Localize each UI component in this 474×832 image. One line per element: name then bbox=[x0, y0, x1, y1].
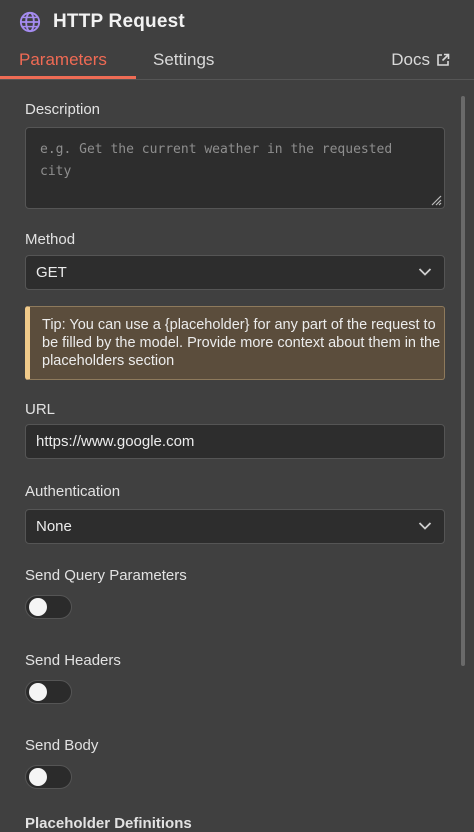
authentication-label: Authentication bbox=[25, 483, 121, 500]
send-query-parameters-toggle[interactable] bbox=[25, 595, 72, 619]
url-value: https://www.google.com bbox=[36, 433, 195, 450]
resize-grip-icon[interactable] bbox=[430, 194, 442, 206]
send-body-label: Send Body bbox=[25, 737, 99, 754]
globe-icon bbox=[19, 11, 41, 33]
description-label: Description bbox=[25, 101, 101, 118]
docs-label: Docs bbox=[391, 50, 430, 69]
authentication-value: None bbox=[36, 518, 72, 535]
authentication-select[interactable]: None bbox=[25, 509, 445, 544]
tip-text: Tip: You can use a {placeholder} for any… bbox=[42, 317, 441, 369]
placeholder-definitions-heading: Placeholder Definitions bbox=[25, 815, 192, 832]
toggle-knob bbox=[29, 683, 47, 701]
send-query-parameters-label: Send Query Parameters bbox=[25, 567, 187, 584]
chevron-down-icon bbox=[418, 268, 432, 276]
tab-bar: Parameters Settings Docs bbox=[0, 44, 474, 80]
docs-link[interactable]: Docs bbox=[391, 50, 450, 70]
description-placeholder: e.g. Get the current weather in the requ… bbox=[40, 142, 393, 179]
url-label: URL bbox=[25, 401, 56, 418]
panel-scrollbar[interactable] bbox=[461, 96, 465, 666]
url-input[interactable]: https://www.google.com bbox=[25, 424, 445, 459]
send-headers-toggle[interactable] bbox=[25, 680, 72, 704]
active-tab-indicator bbox=[0, 76, 136, 79]
toggle-knob bbox=[29, 768, 47, 786]
external-link-icon bbox=[437, 53, 450, 66]
placeholder-tip-callout: Tip: You can use a {placeholder} for any… bbox=[25, 306, 445, 380]
tab-parameters[interactable]: Parameters bbox=[19, 50, 107, 70]
node-title: HTTP Request bbox=[53, 11, 185, 32]
method-value: GET bbox=[36, 264, 67, 281]
send-body-toggle[interactable] bbox=[25, 765, 72, 789]
toggle-knob bbox=[29, 598, 47, 616]
panel-header: HTTP Request bbox=[0, 0, 474, 44]
method-select[interactable]: GET bbox=[25, 255, 445, 290]
tab-settings[interactable]: Settings bbox=[153, 50, 214, 70]
chevron-down-icon bbox=[418, 522, 432, 530]
method-label: Method bbox=[25, 231, 76, 248]
description-textarea[interactable]: e.g. Get the current weather in the requ… bbox=[25, 127, 445, 209]
send-headers-label: Send Headers bbox=[25, 652, 121, 669]
